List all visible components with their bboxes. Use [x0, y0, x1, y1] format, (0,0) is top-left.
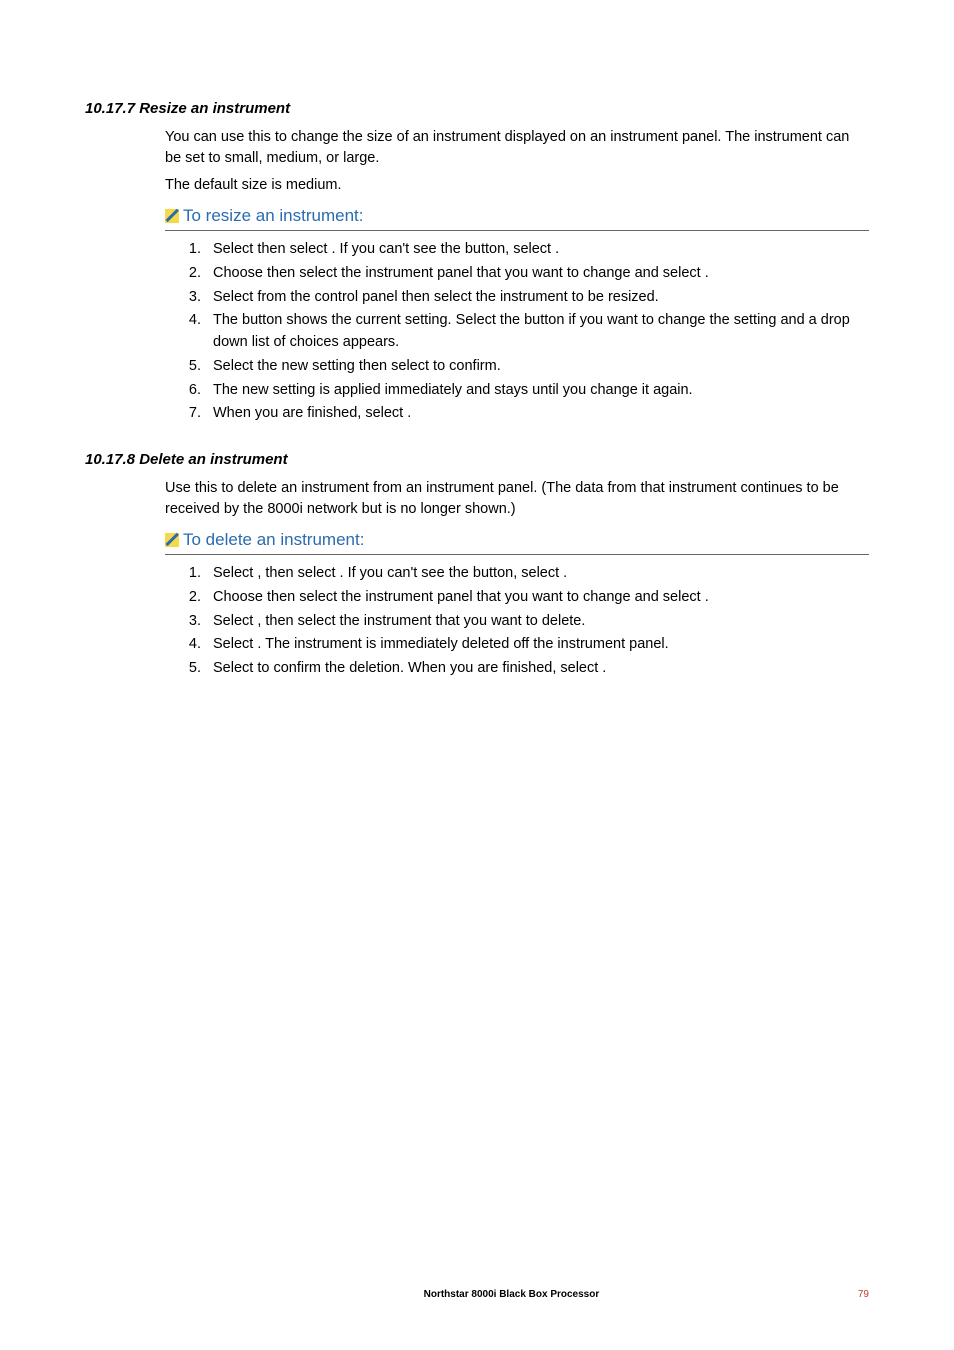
- divider: [165, 554, 869, 555]
- procedure-title-text: To delete an instrument:: [183, 530, 364, 550]
- list-item: Select to confirm the deletion. When you…: [205, 658, 869, 680]
- procedure-title-text: To resize an instrument:: [183, 206, 363, 226]
- list-item: When you are finished, select .: [205, 403, 869, 425]
- list-item: Select . The instrument is immediately d…: [205, 634, 869, 656]
- list-item: Select , then select . If you can't see …: [205, 563, 869, 585]
- steps-list-resize: Select then select . If you can't see th…: [205, 239, 869, 425]
- list-item: Select from the control panel then selec…: [205, 287, 869, 309]
- list-item: The button shows the current setting. Se…: [205, 310, 869, 354]
- procedure-icon: [165, 533, 179, 547]
- list-item: Choose then select the instrument panel …: [205, 263, 869, 285]
- list-item: Select then select . If you can't see th…: [205, 239, 869, 261]
- list-item: Choose then select the instrument panel …: [205, 587, 869, 609]
- body-paragraph: You can use this to change the size of a…: [165, 127, 869, 169]
- footer-page-number: 79: [858, 1289, 869, 1300]
- footer-title: Northstar 8000i Black Box Processor: [85, 1289, 858, 1300]
- section-heading-resize: 10.17.7 Resize an instrument: [85, 100, 869, 117]
- body-paragraph: The default size is medium.: [165, 175, 869, 196]
- procedure-icon: [165, 209, 179, 223]
- body-paragraph: Use this to delete an instrument from an…: [165, 478, 869, 520]
- list-item: The new setting is applied immediately a…: [205, 380, 869, 402]
- page-footer: Northstar 8000i Black Box Processor 79: [0, 1289, 954, 1300]
- list-item: Select , then select the instrument that…: [205, 611, 869, 633]
- steps-list-delete: Select , then select . If you can't see …: [205, 563, 869, 680]
- section-heading-delete: 10.17.8 Delete an instrument: [85, 451, 869, 468]
- divider: [165, 230, 869, 231]
- list-item: Select the new setting then select to co…: [205, 356, 869, 378]
- procedure-heading-delete: To delete an instrument:: [165, 530, 869, 550]
- procedure-heading-resize: To resize an instrument:: [165, 206, 869, 226]
